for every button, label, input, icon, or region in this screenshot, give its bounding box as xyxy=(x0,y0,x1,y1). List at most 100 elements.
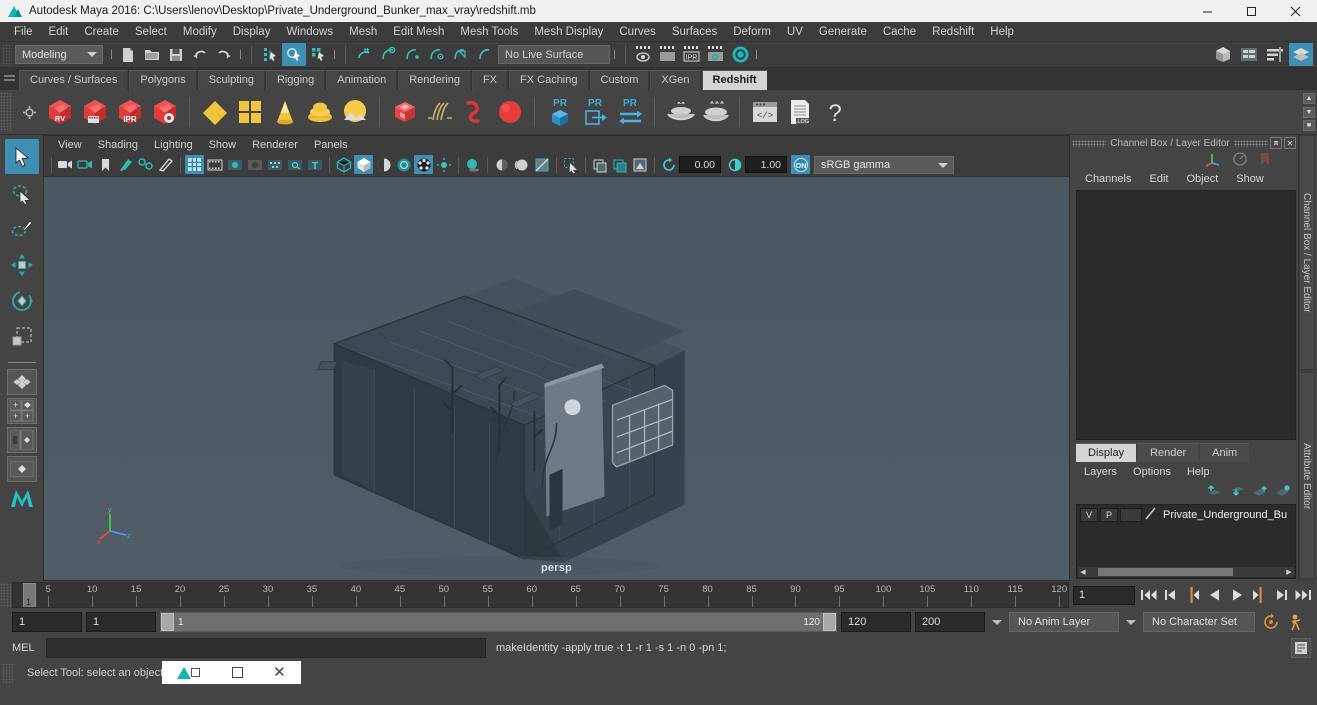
range-slider-bar[interactable]: 1 120 xyxy=(160,612,837,632)
anim-layer-selector[interactable]: No Anim Layer xyxy=(1009,612,1119,632)
shelf-tab-rendering[interactable]: Rendering xyxy=(398,70,471,90)
tab-render-layers[interactable]: Render xyxy=(1138,443,1199,462)
viewport-menu-renderer[interactable]: Renderer xyxy=(244,139,306,151)
animation-start-field[interactable]: 1 xyxy=(12,612,82,632)
layer-visibility-toggle[interactable]: V xyxy=(1080,507,1098,522)
close-window-icon[interactable]: ✕ xyxy=(273,665,286,680)
perspective-viewport[interactable]: y z x persp xyxy=(43,176,1070,581)
menu-modify[interactable]: Modify xyxy=(175,22,225,42)
isolate-select-icon[interactable] xyxy=(561,155,580,174)
create-layer-from-selected-icon[interactable] xyxy=(1275,484,1292,501)
vertical-tab-attribute-editor[interactable]: Attribute Editor xyxy=(1299,372,1315,579)
statusline-drag-handle[interactable] xyxy=(2,43,12,66)
menu-surfaces[interactable]: Surfaces xyxy=(664,22,725,42)
menu-deform[interactable]: Deform xyxy=(725,22,779,42)
redshift-sphere-button[interactable] xyxy=(492,93,527,131)
layer-list-horizontal-scrollbar[interactable]: ◀ ▶ xyxy=(1078,567,1294,577)
menu-display[interactable]: Display xyxy=(225,22,279,42)
snap-to-grid-button[interactable] xyxy=(352,43,376,66)
current-frame-field[interactable]: 1 xyxy=(1073,585,1135,605)
lasso-tool-button[interactable] xyxy=(5,175,39,210)
viewport-menu-shading[interactable]: Shading xyxy=(90,139,146,151)
shelf-tab-rigging[interactable]: Rigging xyxy=(265,70,326,90)
menu-create[interactable]: Create xyxy=(76,22,127,42)
menu-windows[interactable]: Windows xyxy=(278,22,341,42)
scrollbar-thumb[interactable] xyxy=(1098,568,1233,576)
menu-file[interactable]: File xyxy=(6,22,41,42)
snap-to-projected-center-button[interactable] xyxy=(424,43,448,66)
create-new-layer-icon[interactable] xyxy=(1252,484,1269,501)
exposure-control-icon[interactable] xyxy=(265,155,284,174)
menu-mesh-display[interactable]: Mesh Display xyxy=(526,22,611,42)
show-hide-attribute-editor-button[interactable] xyxy=(1237,43,1261,66)
viewport-snapshot-icon[interactable] xyxy=(630,155,649,174)
redshift-render-sequence-button[interactable] xyxy=(77,93,112,131)
menu-cache[interactable]: Cache xyxy=(875,22,924,42)
script-editor-button[interactable] xyxy=(1291,638,1311,658)
menu-set-selector[interactable]: Modeling xyxy=(15,45,103,64)
shelf-tab-custom[interactable]: Custom xyxy=(589,70,650,90)
step-forward-key-button[interactable] xyxy=(1249,585,1269,605)
save-scene-button[interactable] xyxy=(164,43,188,66)
viewport-menu-view[interactable]: View xyxy=(50,139,90,151)
redshift-pr-export-button[interactable]: PR xyxy=(577,93,612,131)
shelf-tab-curves-surfaces[interactable]: Curves / Surfaces xyxy=(19,70,129,90)
menu-mesh[interactable]: Mesh xyxy=(341,22,385,42)
text-display-icon[interactable]: T xyxy=(305,155,324,174)
redshift-dome-light-button[interactable] xyxy=(302,93,337,131)
minimize-button[interactable] xyxy=(1185,0,1229,22)
command-input-field[interactable] xyxy=(46,638,486,658)
statusline-section-collapse-2[interactable]: | xyxy=(236,45,245,65)
show-hide-channel-box-button[interactable] xyxy=(1289,43,1313,66)
menu-help[interactable]: Help xyxy=(982,22,1022,42)
menu-curves[interactable]: Curves xyxy=(611,22,663,42)
channels-menu[interactable]: Channels xyxy=(1076,173,1140,185)
viewport-menu-panels[interactable]: Panels xyxy=(306,139,356,151)
manipulator-axis-icon[interactable] xyxy=(1204,151,1222,170)
scroll-right-icon[interactable]: ▶ xyxy=(1284,568,1294,576)
color-profile-selector[interactable]: sRGB gamma xyxy=(814,155,954,174)
shelf-tab-xgen[interactable]: XGen xyxy=(650,70,701,90)
shelf-scroll-arrows[interactable]: ▲ ▼ ■ xyxy=(1303,93,1315,131)
redshift-render-settings-button[interactable] xyxy=(147,93,182,131)
shelf-tab-redshift[interactable]: Redshift xyxy=(701,70,768,90)
render-current-frame-button[interactable] xyxy=(632,43,656,66)
step-forward-frame-button[interactable] xyxy=(1271,585,1291,605)
select-by-hierarchy-button[interactable] xyxy=(258,43,282,66)
xray-mode-icon[interactable] xyxy=(285,155,304,174)
gamma-reset-icon[interactable] xyxy=(725,155,744,174)
grease-pencil-icon[interactable] xyxy=(156,155,175,174)
snap-to-point-button[interactable] xyxy=(400,43,424,66)
redshift-bake-all-button[interactable] xyxy=(697,93,732,131)
shelf-tab-polygons[interactable]: Polygons xyxy=(129,70,197,90)
redshift-bake-button[interactable] xyxy=(662,93,697,131)
shelf-row-drag-handle[interactable] xyxy=(0,92,12,132)
live-surface-field[interactable]: No Live Surface xyxy=(498,45,610,64)
edit-menu[interactable]: Edit xyxy=(1140,173,1177,185)
step-back-key-button[interactable] xyxy=(1183,585,1203,605)
screen-space-ao-icon[interactable] xyxy=(492,155,511,174)
current-time-indicator[interactable]: 1 xyxy=(23,583,36,607)
shelf-scroll-up-icon[interactable]: ▲ xyxy=(1303,93,1315,104)
two-d-pan-zoom-icon[interactable] xyxy=(136,155,155,174)
display-layer-list[interactable]: V P Private_Underground_Bu ◀ ▶ xyxy=(1076,504,1296,579)
scale-tool-button[interactable] xyxy=(5,319,39,354)
toggle-resolution-gate-icon[interactable] xyxy=(225,155,244,174)
auto-keyframe-toggle[interactable] xyxy=(1259,613,1283,631)
playback-end-field[interactable]: 120 xyxy=(841,612,911,632)
move-layer-down-icon[interactable] xyxy=(1229,484,1246,501)
layout-single-perspective-button[interactable] xyxy=(6,369,37,395)
tab-anim-layers[interactable]: Anim xyxy=(1200,443,1250,462)
undo-button[interactable] xyxy=(188,43,212,66)
redshift-curve-button[interactable] xyxy=(457,93,492,131)
time-slider[interactable]: 1 5 10 15 20 25 30 35 40 45 50 55 60 65 70 75 80 85 90 95 1… xyxy=(12,582,1069,608)
menu-mesh-tools[interactable]: Mesh Tools xyxy=(452,22,526,42)
animation-end-field[interactable]: 200 xyxy=(915,612,985,632)
shelf-overflow-icon[interactable]: ■ xyxy=(1303,120,1315,131)
wireframe-shading-icon[interactable] xyxy=(334,155,353,174)
menu-redshift[interactable]: Redshift xyxy=(924,22,982,42)
go-to-start-button[interactable] xyxy=(1139,585,1159,605)
exposure-reset-icon[interactable] xyxy=(659,155,678,174)
paint-select-tool-button[interactable] xyxy=(5,211,39,246)
make-live-button[interactable] xyxy=(472,43,496,66)
